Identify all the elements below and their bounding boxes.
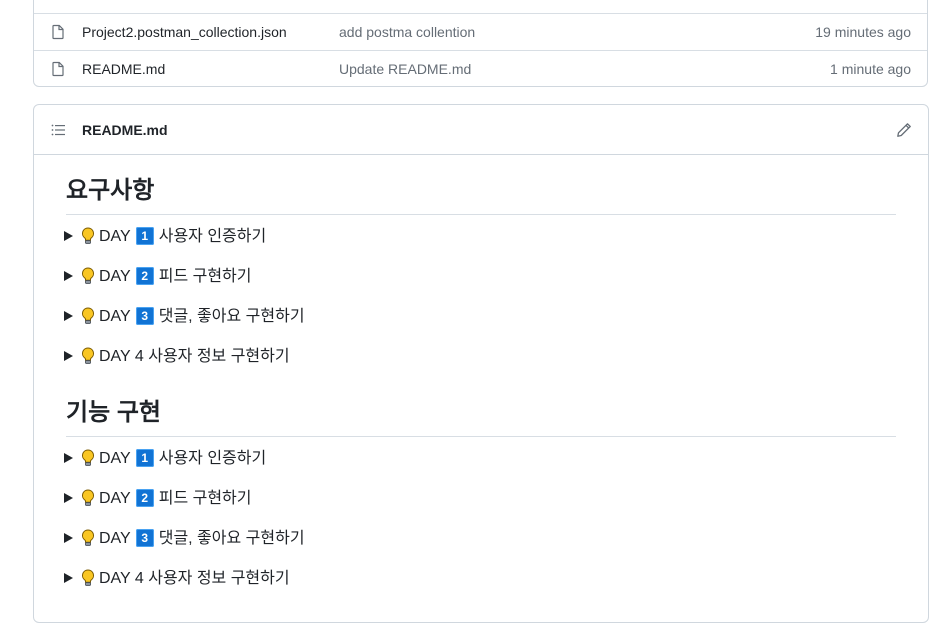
- file-name-link[interactable]: README.md: [82, 61, 165, 77]
- readme-header: README.md: [34, 105, 928, 155]
- item-text: 사용자 정보 구현하기: [148, 348, 290, 365]
- keycap-digit: 1: [135, 449, 154, 467]
- disclosure-triangle-icon: [64, 573, 73, 583]
- disclosure-triangle-icon: [64, 231, 73, 241]
- disclosure-triangle-icon: [64, 493, 73, 503]
- commit-age: 1 minute ago: [830, 61, 911, 77]
- details-summary[interactable]: DAY 3 댓글, 좋아요 구현하기: [64, 528, 305, 550]
- item-text: 피드 구현하기: [158, 490, 252, 507]
- light-bulb-icon: [81, 449, 95, 466]
- day-label: DAY: [99, 228, 131, 245]
- disclosure-triangle-icon: [64, 533, 73, 543]
- section-heading: 기능 구현: [66, 392, 896, 437]
- keycap-digit: 2: [135, 489, 154, 507]
- file-icon: [52, 61, 64, 77]
- day-label: DAY: [99, 450, 131, 467]
- details-summary[interactable]: DAY 3 댓글, 좋아요 구현하기: [64, 306, 305, 328]
- commit-message-link[interactable]: Update README.md: [339, 61, 471, 77]
- keycap-digit: 3: [135, 529, 154, 547]
- light-bulb-icon: [81, 569, 95, 586]
- day-label: DAY: [99, 308, 131, 325]
- item-text: 피드 구현하기: [158, 268, 252, 285]
- commit-age: 19 minutes ago: [815, 24, 911, 40]
- file-row[interactable]: Project2.postman_collection.json add pos…: [34, 13, 927, 50]
- details-summary[interactable]: DAY 4 사용자 정보 구현하기: [64, 568, 290, 590]
- light-bulb-icon: [81, 307, 95, 324]
- light-bulb-icon: [81, 227, 95, 244]
- section-heading: 요구사항: [66, 170, 896, 215]
- file-row[interactable]: README.md Update README.md 1 minute ago: [34, 50, 927, 86]
- details-summary[interactable]: DAY 2 피드 구현하기: [64, 266, 251, 288]
- item-text: 댓글, 좋아요 구현하기: [158, 530, 305, 547]
- keycap-digit: 1: [135, 227, 154, 245]
- item-text: 사용자 정보 구현하기: [148, 570, 290, 587]
- item-text: 사용자 인증하기: [158, 228, 267, 245]
- file-list: Project2.postman_collection.json add pos…: [33, 0, 928, 87]
- pencil-icon[interactable]: [896, 122, 912, 138]
- keycap-digit: 3: [135, 307, 154, 325]
- light-bulb-icon: [81, 267, 95, 284]
- details-summary[interactable]: DAY 1 사용자 인증하기: [64, 226, 266, 248]
- details-summary[interactable]: DAY 1 사용자 인증하기: [64, 448, 266, 470]
- details-summary[interactable]: DAY 4 사용자 정보 구현하기: [64, 346, 290, 368]
- details-summary[interactable]: DAY 2 피드 구현하기: [64, 488, 251, 510]
- keycap-digit: 2: [135, 267, 154, 285]
- day-label: DAY: [99, 268, 131, 285]
- file-name-link[interactable]: Project2.postman_collection.json: [82, 24, 287, 40]
- file-icon: [52, 24, 64, 40]
- readme-panel: README.md 요구사항 DAY 1 사용자 인증하기 DAY 2 피드 구현하기 …: [33, 104, 929, 623]
- day-label: DAY 4: [99, 348, 144, 365]
- disclosure-triangle-icon: [64, 351, 73, 361]
- commit-message-link[interactable]: add postma collention: [339, 24, 475, 40]
- disclosure-triangle-icon: [64, 453, 73, 463]
- item-text: 댓글, 좋아요 구현하기: [158, 308, 305, 325]
- light-bulb-icon: [81, 489, 95, 506]
- readme-title[interactable]: README.md: [82, 122, 168, 138]
- light-bulb-icon: [81, 529, 95, 546]
- partially-visible-row: [34, 0, 927, 13]
- disclosure-triangle-icon: [64, 311, 73, 321]
- disclosure-triangle-icon: [64, 271, 73, 281]
- list-unordered-icon[interactable]: [50, 122, 66, 138]
- item-text: 사용자 인증하기: [158, 450, 267, 467]
- day-label: DAY: [99, 490, 131, 507]
- day-label: DAY 4: [99, 570, 144, 587]
- day-label: DAY: [99, 530, 131, 547]
- light-bulb-icon: [81, 347, 95, 364]
